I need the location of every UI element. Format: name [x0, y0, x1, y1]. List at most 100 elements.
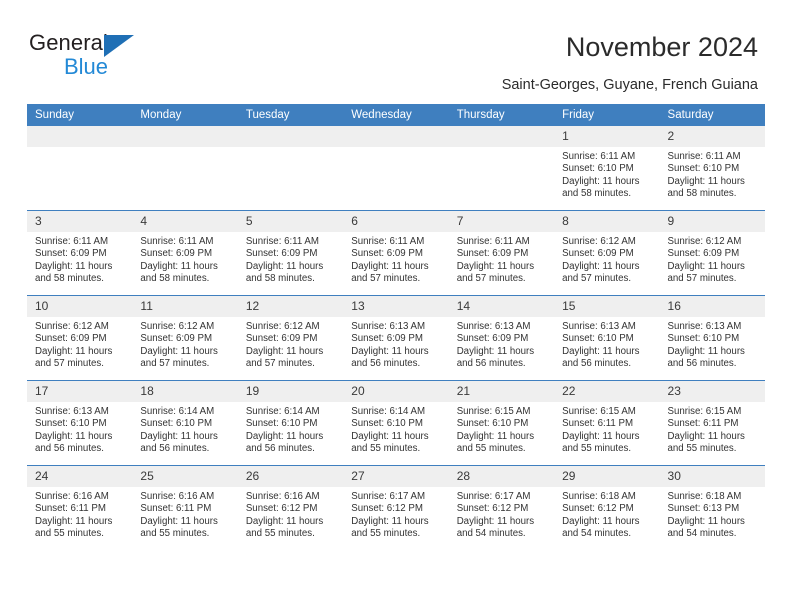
general-blue-logo[interactable]: General Blue: [29, 30, 209, 82]
calendar-day-cell[interactable]: 3 Sunrise: 6:11 AM Sunset: 6:09 PM Daylight…: [27, 210, 133, 296]
sunset-text: Sunset: 6:09 PM: [456, 248, 529, 260]
day-details: Sunrise: 6:15 AM Sunset: 6:11 PM Daylight:…: [660, 402, 765, 456]
sunrise-text: Sunrise: 6:13 AM: [667, 321, 742, 332]
daylight-text: Daylight: 11 hours and 57 minutes.: [35, 345, 113, 370]
day-number: 8: [554, 211, 660, 232]
sunrise-text: Sunrise: 6:13 AM: [351, 321, 426, 332]
daylight-text: Daylight: 11 hours and 56 minutes.: [35, 430, 113, 455]
day-details: Sunrise: 6:13 AM Sunset: 6:10 PM Daylight:…: [554, 317, 659, 371]
day-details: Sunrise: 6:11 AM Sunset: 6:10 PM Daylight:…: [660, 147, 765, 201]
daylight-text: Daylight: 11 hours and 56 minutes.: [140, 430, 218, 455]
sunset-text: Sunset: 6:10 PM: [667, 333, 740, 345]
calendar-day-cell[interactable]: 13 Sunrise: 6:13 AM Sunset: 6:09 PM Dayligh…: [343, 295, 449, 381]
calendar-day-cell[interactable]: 12 Sunrise: 6:12 AM Sunset: 6:09 PM Dayligh…: [237, 295, 344, 381]
day-number: 6: [343, 211, 449, 232]
calendar-day-cell[interactable]: 2 Sunrise: 6:11 AM Sunset: 6:10 PM Daylight…: [659, 126, 765, 211]
sunset-text: Sunset: 6:10 PM: [140, 418, 213, 430]
day-number: 26: [237, 466, 344, 487]
calendar-day-cell[interactable]: 17 Sunrise: 6:13 AM Sunset: 6:10 PM Dayligh…: [27, 380, 133, 466]
daylight-text: Daylight: 11 hours and 55 minutes.: [351, 430, 429, 455]
sunrise-text: Sunrise: 6:12 AM: [667, 236, 742, 247]
calendar-day-cell[interactable]: 27 Sunrise: 6:17 AM Sunset: 6:12 PM Dayligh…: [343, 465, 449, 550]
calendar-day-cell[interactable]: 8 Sunrise: 6:12 AM Sunset: 6:09 PM Daylight…: [554, 210, 660, 296]
calendar-day-cell[interactable]: 16 Sunrise: 6:13 AM Sunset: 6:10 PM Dayligh…: [659, 295, 765, 381]
sunrise-text: Sunrise: 6:14 AM: [245, 406, 320, 417]
sunrise-text: Sunrise: 6:17 AM: [351, 491, 426, 502]
sunrise-text: Sunrise: 6:11 AM: [456, 236, 530, 247]
weekday-header-sunday: Sunday: [27, 104, 133, 126]
daylight-text: Daylight: 11 hours and 57 minutes.: [140, 345, 218, 370]
calendar-page: General Blue November 2024 Saint-Georges…: [0, 0, 792, 612]
calendar-day-cell[interactable]: 22 Sunrise: 6:15 AM Sunset: 6:11 PM Dayligh…: [554, 380, 660, 466]
calendar-day-cell[interactable]: 11 Sunrise: 6:12 AM Sunset: 6:09 PM Dayligh…: [132, 295, 238, 381]
calendar-week-row: 3 Sunrise: 6:11 AM Sunset: 6:09 PM Daylight…: [27, 210, 765, 296]
calendar-grid: Sunday Monday Tuesday Wednesday Thursday…: [27, 104, 765, 550]
calendar-day-cell-empty: [27, 126, 133, 211]
sunset-text: Sunset: 6:09 PM: [456, 333, 529, 345]
calendar-day-cell[interactable]: 24 Sunrise: 6:16 AM Sunset: 6:11 PM Dayligh…: [27, 465, 133, 550]
daylight-text: Daylight: 11 hours and 55 minutes.: [245, 515, 324, 540]
sunrise-text: Sunrise: 6:16 AM: [35, 491, 109, 502]
sunset-text: Sunset: 6:09 PM: [140, 333, 213, 345]
weekday-header-thursday: Thursday: [448, 104, 555, 126]
day-details: Sunrise: 6:18 AM Sunset: 6:12 PM Daylight:…: [554, 487, 659, 541]
sunset-text: Sunset: 6:12 PM: [562, 503, 634, 515]
calendar-week-row: 17 Sunrise: 6:13 AM Sunset: 6:10 PM Dayligh…: [27, 380, 765, 466]
calendar-day-cell[interactable]: 1 Sunrise: 6:11 AM Sunset: 6:10 PM Daylight…: [554, 126, 660, 211]
calendar-day-cell[interactable]: 10 Sunrise: 6:12 AM Sunset: 6:09 PM Dayligh…: [27, 295, 133, 381]
calendar-day-cell[interactable]: 25 Sunrise: 6:16 AM Sunset: 6:11 PM Dayligh…: [132, 465, 238, 550]
calendar-day-cell[interactable]: 6 Sunrise: 6:11 AM Sunset: 6:09 PM Daylight…: [343, 210, 449, 296]
calendar-day-cell[interactable]: 21 Sunrise: 6:15 AM Sunset: 6:10 PM Dayligh…: [448, 380, 555, 466]
calendar-day-cell[interactable]: 23 Sunrise: 6:15 AM Sunset: 6:11 PM Dayligh…: [659, 380, 765, 466]
calendar-day-cell[interactable]: 4 Sunrise: 6:11 AM Sunset: 6:09 PM Daylight…: [132, 210, 238, 296]
daylight-text: Daylight: 11 hours and 55 minutes.: [667, 430, 745, 455]
day-number: 20: [343, 381, 449, 402]
daylight-text: Daylight: 11 hours and 56 minutes.: [245, 430, 324, 455]
sunset-text: Sunset: 6:10 PM: [562, 163, 634, 175]
daylight-text: Daylight: 11 hours and 56 minutes.: [667, 345, 745, 370]
day-number: 10: [27, 296, 133, 317]
sunrise-text: Sunrise: 6:17 AM: [456, 491, 531, 502]
day-number: 4: [132, 211, 238, 232]
calendar-day-cell[interactable]: 7 Sunrise: 6:11 AM Sunset: 6:09 PM Daylight…: [448, 210, 555, 296]
sunset-text: Sunset: 6:10 PM: [245, 418, 318, 430]
calendar-day-cell[interactable]: 28 Sunrise: 6:17 AM Sunset: 6:12 PM Dayligh…: [448, 465, 555, 550]
calendar-day-cell[interactable]: 14 Sunrise: 6:13 AM Sunset: 6:09 PM Dayligh…: [448, 295, 555, 381]
calendar-day-cell[interactable]: 30 Sunrise: 6:18 AM Sunset: 6:13 PM Dayligh…: [659, 465, 765, 550]
calendar-day-cell[interactable]: 18 Sunrise: 6:14 AM Sunset: 6:10 PM Dayligh…: [132, 380, 238, 466]
calendar-day-cell[interactable]: 19 Sunrise: 6:14 AM Sunset: 6:10 PM Dayligh…: [237, 380, 344, 466]
day-details: Sunrise: 6:13 AM Sunset: 6:10 PM Daylight:…: [27, 402, 132, 456]
sunrise-text: Sunrise: 6:15 AM: [456, 406, 531, 417]
sunrise-text: Sunrise: 6:18 AM: [667, 491, 742, 502]
daylight-text: Daylight: 11 hours and 56 minutes.: [351, 345, 429, 370]
calendar-day-cell[interactable]: 26 Sunrise: 6:16 AM Sunset: 6:12 PM Dayligh…: [237, 465, 344, 550]
day-details: Sunrise: 6:14 AM Sunset: 6:10 PM Daylight:…: [343, 402, 448, 456]
day-details: Sunrise: 6:11 AM Sunset: 6:10 PM Daylight:…: [554, 147, 659, 201]
day-number: 2: [659, 126, 765, 147]
day-number: 22: [554, 381, 660, 402]
day-number: [343, 126, 449, 147]
calendar-day-cell[interactable]: 9 Sunrise: 6:12 AM Sunset: 6:09 PM Daylight…: [659, 210, 765, 296]
sunrise-text: Sunrise: 6:11 AM: [562, 151, 636, 162]
calendar-day-cell[interactable]: 29 Sunrise: 6:18 AM Sunset: 6:12 PM Dayligh…: [554, 465, 660, 550]
day-details: Sunrise: 6:14 AM Sunset: 6:10 PM Daylight:…: [132, 402, 237, 456]
day-number: 19: [237, 381, 344, 402]
calendar-day-cell[interactable]: 5 Sunrise: 6:11 AM Sunset: 6:09 PM Daylight…: [237, 210, 344, 296]
day-number: 14: [448, 296, 555, 317]
day-details: Sunrise: 6:13 AM Sunset: 6:10 PM Daylight:…: [660, 317, 765, 371]
sunrise-text: Sunrise: 6:12 AM: [562, 236, 636, 247]
day-number: 12: [237, 296, 344, 317]
sunset-text: Sunset: 6:11 PM: [562, 418, 634, 430]
calendar-day-cell[interactable]: 20 Sunrise: 6:14 AM Sunset: 6:10 PM Dayligh…: [343, 380, 449, 466]
weekday-header-tuesday: Tuesday: [237, 104, 344, 126]
sunrise-text: Sunrise: 6:18 AM: [562, 491, 636, 502]
daylight-text: Daylight: 11 hours and 55 minutes.: [456, 430, 535, 455]
day-number: 1: [554, 126, 660, 147]
calendar-day-cell[interactable]: 15 Sunrise: 6:13 AM Sunset: 6:10 PM Dayligh…: [554, 295, 660, 381]
day-details: Sunrise: 6:12 AM Sunset: 6:09 PM Daylight:…: [27, 317, 132, 371]
day-details: Sunrise: 6:17 AM Sunset: 6:12 PM Daylight:…: [343, 487, 448, 541]
sunset-text: Sunset: 6:10 PM: [562, 333, 634, 345]
daylight-text: Daylight: 11 hours and 58 minutes.: [35, 260, 113, 285]
sunrise-text: Sunrise: 6:12 AM: [35, 321, 109, 332]
weekday-header-friday: Friday: [554, 104, 660, 126]
